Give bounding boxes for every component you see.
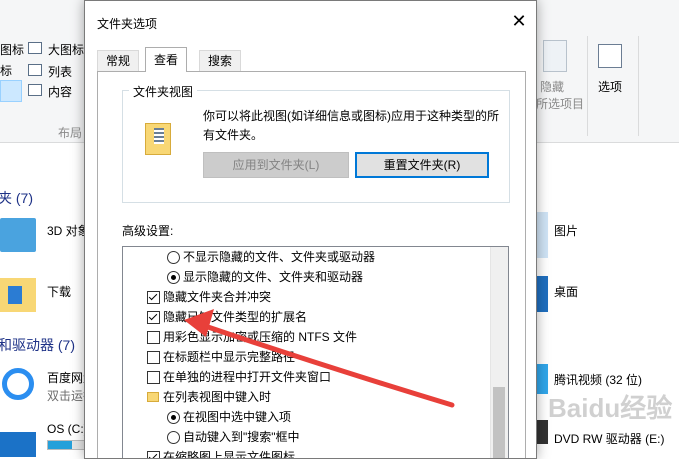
arrow-shaft (202, 323, 455, 408)
watermark: Baidu经验 (548, 393, 673, 423)
tab-view[interactable]: 查看 (145, 47, 188, 72)
arrow-head-icon (184, 309, 214, 337)
